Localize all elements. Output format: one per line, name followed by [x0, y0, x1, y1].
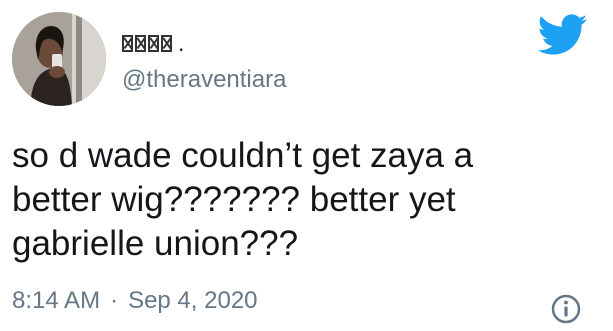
- avatar-photo: [12, 12, 106, 106]
- display-name[interactable]: .: [122, 26, 184, 60]
- user-handle[interactable]: @theraventiara: [122, 66, 286, 94]
- tweet-text: so d wade couldn’t get zaya a better wig…: [12, 136, 474, 263]
- tweet-date: Sep 4, 2020: [128, 287, 258, 314]
- tweet-timestamp[interactable]: 8:14 AM · Sep 4, 2020: [12, 287, 258, 315]
- twitter-bird-icon[interactable]: [538, 14, 588, 56]
- avatar[interactable]: [12, 12, 106, 106]
- display-name-suffix: .: [178, 29, 185, 56]
- info-circle-icon[interactable]: [550, 293, 582, 325]
- tweet-card: . @theraventiara so d wade couldn’t get …: [0, 0, 613, 331]
- missing-glyph-box: [135, 34, 146, 52]
- missing-glyph-box: [148, 34, 159, 52]
- name-glyph-boxes: [122, 34, 172, 52]
- missing-glyph-box: [122, 34, 133, 52]
- meta-separator: ·: [110, 287, 119, 314]
- tweet-time: 8:14 AM: [12, 287, 101, 314]
- missing-glyph-box: [161, 34, 172, 52]
